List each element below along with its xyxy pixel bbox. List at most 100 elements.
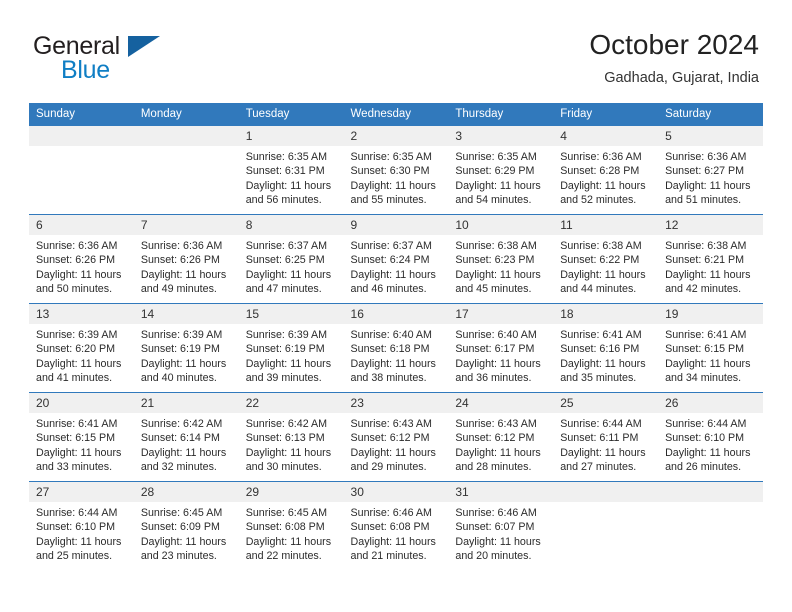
day-cell: 4 Sunrise: 6:36 AM Sunset: 6:28 PM Daylight… — [553, 125, 659, 215]
sunset-text: Sunset: 6:16 PM — [560, 343, 640, 356]
daylight-text-line2: and 41 minutes. — [36, 372, 113, 385]
sunset-text: Sunset: 6:27 PM — [665, 165, 745, 178]
sunrise-text: Sunrise: 6:42 AM — [140, 418, 223, 430]
weekday-header-row: Sunday Monday Tuesday Wednesday Thursday… — [29, 103, 763, 126]
day-details: Sunrise: 6:44 AM Sunset: 6:10 PM Daylight:… — [658, 413, 763, 475]
sunrise-text: Sunrise: 6:39 AM — [245, 329, 328, 341]
daylight-text-line1: Daylight: 11 hours — [245, 268, 332, 281]
daylight-text-line2: and 52 minutes. — [560, 194, 637, 207]
day-number: 30 — [343, 482, 449, 502]
general-blue-logo[interactable]: General Blue — [33, 32, 263, 84]
daylight-text-line2: and 44 minutes. — [560, 283, 637, 296]
sunrise-text: Sunrise: 6:45 AM — [140, 507, 223, 519]
day-number — [658, 482, 763, 502]
day-number: 15 — [238, 304, 344, 324]
page-title: October 2024 — [589, 29, 759, 60]
day-details: Sunrise: 6:46 AM Sunset: 6:07 PM Daylight:… — [448, 502, 553, 564]
day-details: Sunrise: 6:45 AM Sunset: 6:09 PM Daylight:… — [134, 502, 239, 564]
sunrise-text: Sunrise: 6:35 AM — [350, 151, 432, 163]
day-number: 6 — [29, 215, 134, 235]
calendar-body: 1 Sunrise: 6:35 AM Sunset: 6:31 PM Daylight… — [29, 125, 763, 570]
weekday-header-monday: Monday — [133, 103, 239, 126]
day-cell: 12 Sunrise: 6:38 AM Sunset: 6:21 PM Dayligh… — [658, 214, 763, 304]
sunrise-text: Sunrise: 6:40 AM — [350, 329, 432, 341]
daylight-text-line1: Daylight: 11 hours — [665, 446, 751, 459]
day-number: 21 — [133, 393, 239, 413]
sunset-text: Sunset: 6:12 PM — [455, 432, 535, 445]
logo-text-blue: Blue — [61, 56, 110, 84]
sunrise-text: Sunrise: 6:46 AM — [455, 507, 537, 519]
sunset-text: Sunset: 6:31 PM — [245, 165, 325, 178]
day-cell — [133, 125, 239, 215]
day-cell: 29 Sunrise: 6:45 AM Sunset: 6:08 PM Dayligh… — [238, 481, 344, 570]
day-cell: 18 Sunrise: 6:41 AM Sunset: 6:16 PM Dayligh… — [553, 303, 659, 393]
day-number: 14 — [133, 304, 239, 324]
daylight-text-line2: and 26 minutes. — [665, 461, 742, 474]
daylight-text-line1: Daylight: 11 hours — [245, 179, 332, 192]
sunset-text: Sunset: 6:14 PM — [140, 432, 220, 445]
sunset-text: Sunset: 6:12 PM — [350, 432, 430, 445]
daylight-text-line2: and 36 minutes. — [455, 372, 532, 385]
weekday-header-sunday: Sunday — [29, 103, 134, 126]
day-details: Sunrise: 6:36 AM Sunset: 6:27 PM Daylight:… — [658, 146, 763, 208]
sunrise-text: Sunrise: 6:38 AM — [665, 240, 747, 252]
sunset-text: Sunset: 6:22 PM — [560, 254, 640, 267]
day-details: Sunrise: 6:44 AM Sunset: 6:10 PM Daylight:… — [29, 502, 134, 564]
day-number: 18 — [553, 304, 659, 324]
day-number: 10 — [448, 215, 554, 235]
day-cell: 5 Sunrise: 6:36 AM Sunset: 6:27 PM Daylight… — [658, 125, 763, 215]
day-cell: 27 Sunrise: 6:44 AM Sunset: 6:10 PM Dayligh… — [29, 481, 134, 570]
sunset-text: Sunset: 6:18 PM — [350, 343, 430, 356]
day-number: 20 — [29, 393, 134, 413]
daylight-text-line2: and 55 minutes. — [350, 194, 427, 207]
sunrise-text: Sunrise: 6:36 AM — [665, 151, 747, 163]
daylight-text-line2: and 21 minutes. — [350, 550, 427, 563]
sunset-text: Sunset: 6:23 PM — [455, 254, 535, 267]
daylight-text-line1: Daylight: 11 hours — [455, 446, 541, 459]
daylight-text-line2: and 20 minutes. — [455, 550, 532, 563]
daylight-text-line2: and 46 minutes. — [350, 283, 427, 296]
day-cell: 3 Sunrise: 6:35 AM Sunset: 6:29 PM Daylight… — [448, 125, 554, 215]
daylight-text-line2: and 30 minutes. — [245, 461, 322, 474]
sunrise-text: Sunrise: 6:43 AM — [350, 418, 432, 430]
daylight-text-line1: Daylight: 11 hours — [350, 446, 436, 459]
day-number: 17 — [448, 304, 554, 324]
daylight-text-line1: Daylight: 11 hours — [455, 357, 541, 370]
sunrise-text: Sunrise: 6:39 AM — [140, 329, 223, 341]
day-details: Sunrise: 6:35 AM Sunset: 6:31 PM Daylight:… — [239, 146, 344, 208]
daylight-text-line2: and 29 minutes. — [350, 461, 427, 474]
day-details: Sunrise: 6:42 AM Sunset: 6:13 PM Daylight:… — [239, 413, 344, 475]
day-number: 31 — [448, 482, 554, 502]
day-cell: 25 Sunrise: 6:44 AM Sunset: 6:11 PM Dayligh… — [553, 392, 659, 482]
day-cell: 17 Sunrise: 6:40 AM Sunset: 6:17 PM Dayligh… — [448, 303, 554, 393]
day-details: Sunrise: 6:43 AM Sunset: 6:12 PM Daylight:… — [448, 413, 553, 475]
daylight-text-line1: Daylight: 11 hours — [560, 268, 646, 281]
daylight-text-line1: Daylight: 11 hours — [140, 357, 227, 370]
sunset-text: Sunset: 6:26 PM — [36, 254, 116, 267]
calendar-week-row: 13 Sunrise: 6:39 AM Sunset: 6:20 PM Dayligh… — [29, 303, 763, 393]
daylight-text-line2: and 56 minutes. — [245, 194, 322, 207]
day-cell: 24 Sunrise: 6:43 AM Sunset: 6:12 PM Dayligh… — [448, 392, 554, 482]
daylight-text-line1: Daylight: 11 hours — [350, 268, 436, 281]
sunrise-text: Sunrise: 6:44 AM — [560, 418, 642, 430]
day-cell: 8 Sunrise: 6:37 AM Sunset: 6:25 PM Daylight… — [238, 214, 344, 304]
daylight-text-line2: and 45 minutes. — [455, 283, 532, 296]
daylight-text-line2: and 47 minutes. — [245, 283, 322, 296]
day-details: Sunrise: 6:41 AM Sunset: 6:15 PM Daylight:… — [658, 324, 763, 386]
sunrise-text: Sunrise: 6:35 AM — [455, 151, 537, 163]
sunset-text: Sunset: 6:15 PM — [665, 343, 745, 356]
day-cell: 26 Sunrise: 6:44 AM Sunset: 6:10 PM Dayligh… — [658, 392, 763, 482]
sunset-text: Sunset: 6:08 PM — [350, 521, 430, 534]
day-details: Sunrise: 6:36 AM Sunset: 6:26 PM Daylight:… — [29, 235, 134, 297]
daylight-text-line2: and 33 minutes. — [36, 461, 113, 474]
sunset-text: Sunset: 6:28 PM — [560, 165, 640, 178]
day-number: 24 — [448, 393, 554, 413]
day-cell: 11 Sunrise: 6:38 AM Sunset: 6:22 PM Dayligh… — [553, 214, 659, 304]
sunrise-text: Sunrise: 6:36 AM — [36, 240, 118, 252]
sunset-text: Sunset: 6:24 PM — [350, 254, 430, 267]
daylight-text-line1: Daylight: 11 hours — [455, 268, 541, 281]
day-number: 13 — [29, 304, 134, 324]
day-details: Sunrise: 6:36 AM Sunset: 6:28 PM Daylight:… — [553, 146, 658, 208]
sunset-text: Sunset: 6:08 PM — [245, 521, 325, 534]
sunset-text: Sunset: 6:30 PM — [350, 165, 430, 178]
